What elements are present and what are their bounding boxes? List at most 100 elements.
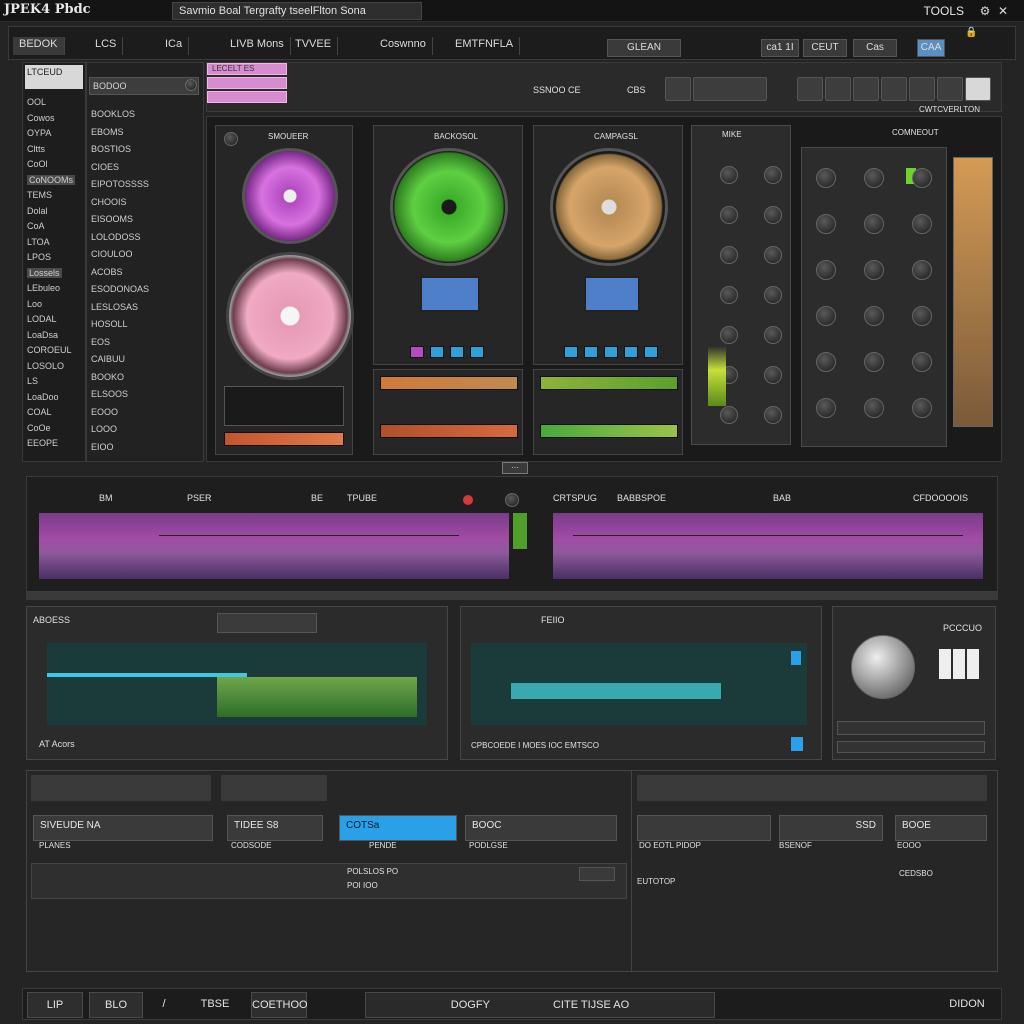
mixer-2-knob[interactable] (864, 214, 884, 234)
library-item[interactable]: ACOBS (91, 267, 123, 277)
lower-deck-b-waveform[interactable] (471, 643, 807, 725)
deck-3-pad-1[interactable] (584, 346, 598, 358)
sidebar-item[interactable]: LOSOLO (27, 361, 64, 371)
library-item[interactable]: LOOO (91, 424, 117, 434)
lock-icon[interactable]: 🔒 (965, 27, 977, 38)
deck-2-pad-2[interactable] (450, 346, 464, 358)
deck-1-platter-top[interactable] (242, 148, 338, 244)
library-item[interactable]: LESLOSAS (91, 302, 138, 312)
library-item[interactable]: CHOOIS (91, 197, 127, 207)
footer-button-4[interactable]: COETHOO (251, 992, 308, 1018)
mixer-2-knob[interactable] (816, 352, 836, 372)
toolbar-button-4[interactable] (853, 77, 879, 101)
toolbar-button-1[interactable] (693, 77, 767, 101)
browser-cell-4[interactable]: SSD (779, 815, 883, 841)
menu-item-6[interactable]: EMTFNFLA (449, 37, 521, 55)
lower-deck-a-waveform[interactable] (47, 643, 427, 725)
library-item[interactable]: EBOMS (91, 127, 124, 137)
mixer-1-knob[interactable] (764, 206, 782, 224)
toolbar-button-8[interactable] (965, 77, 991, 101)
crossfader-panel[interactable] (953, 157, 993, 427)
library-item[interactable]: HOSOLL (91, 319, 128, 329)
sidebar-item[interactable]: COAL (27, 407, 52, 417)
mixer-1-knob[interactable] (720, 406, 738, 424)
library-item[interactable]: CIOULOO (91, 249, 133, 259)
mixer-1-knob[interactable] (764, 166, 782, 184)
mixer-2-knob[interactable] (912, 214, 932, 234)
record-icon[interactable] (463, 495, 473, 505)
menu-item-4[interactable]: TVVEE (289, 37, 339, 55)
mixer-1-knob[interactable] (764, 366, 782, 384)
sidebar-item[interactable]: CoA (27, 221, 45, 231)
deck-3-bar-0[interactable] (540, 376, 678, 390)
fx-pad-1[interactable] (953, 649, 965, 679)
waveform-right[interactable] (553, 513, 983, 579)
browser-small-button[interactable] (579, 867, 615, 881)
sidebar-item[interactable]: Dolal (27, 206, 48, 216)
sidebar-item[interactable]: LTOA (27, 237, 50, 247)
mixer-2-knob[interactable] (912, 168, 932, 188)
toolbar-button-5[interactable] (881, 77, 907, 101)
fx-pad-0[interactable] (939, 649, 951, 679)
mixer-2-knob[interactable] (912, 352, 932, 372)
deck-1-platter-bottom[interactable] (226, 252, 354, 380)
lower-deck-b-button[interactable] (791, 737, 803, 751)
mixer-2-knob[interactable] (816, 306, 836, 326)
sidebar-item[interactable]: LODAL (27, 314, 57, 324)
close-icon[interactable]: ✕ (996, 4, 1010, 18)
library-item[interactable]: BOOKLOS (91, 109, 135, 119)
toolbar-button-6[interactable] (909, 77, 935, 101)
deck-1-bar[interactable] (224, 432, 344, 446)
mixer-1-knob[interactable] (764, 326, 782, 344)
sidebar-item[interactable]: LS (27, 376, 38, 386)
library-item[interactable]: EOOO (91, 407, 118, 417)
library-item[interactable]: CAIBUU (91, 354, 125, 364)
menu-item-2[interactable]: ICa (159, 37, 190, 55)
browser-cell-3[interactable] (637, 815, 771, 841)
library-item[interactable]: BOOKO (91, 372, 124, 382)
mixer-1-knob[interactable] (720, 246, 738, 264)
library-item[interactable]: EIPOTOSSSS (91, 179, 149, 189)
mixer-2-knob[interactable] (912, 260, 932, 280)
library-header[interactable]: BODOO (89, 77, 199, 95)
browser-row-0[interactable] (31, 863, 627, 899)
footer-button-2[interactable]: / (149, 992, 179, 1018)
footer-button-3[interactable]: TBSE (187, 992, 243, 1018)
mixer-1-knob[interactable] (764, 286, 782, 304)
footer-button-1[interactable]: BLO (89, 992, 143, 1018)
mixer-2-knob[interactable] (912, 306, 932, 326)
sidebar-item[interactable]: LEbuleo (27, 283, 60, 293)
mixer-2-knob[interactable] (912, 398, 932, 418)
menubar-button-1[interactable]: ca1 1I (761, 39, 799, 57)
toolbar-button-7[interactable] (937, 77, 963, 101)
mixer-2-knob[interactable] (864, 398, 884, 418)
mixer-1-knob[interactable] (720, 206, 738, 224)
deck-3-pad-4[interactable] (644, 346, 658, 358)
menu-item-3[interactable]: LIVB Mons (224, 37, 291, 55)
sidebar-item[interactable]: Cltts (27, 144, 45, 154)
menubar-button-0[interactable]: GLEAN (607, 39, 681, 57)
sidebar-item[interactable]: Cowos (27, 113, 55, 123)
deck-1-knob[interactable] (224, 132, 238, 146)
sidebar-item[interactable]: COROEUL (27, 345, 72, 355)
sidebar-item[interactable]: Loo (27, 299, 42, 309)
browser-cell-0[interactable]: SIVEUDE NA (33, 815, 213, 841)
fx-slider[interactable] (837, 721, 985, 735)
wf-left-knob[interactable] (505, 493, 519, 507)
fx-knob[interactable] (851, 635, 915, 699)
sidebar-item[interactable]: LPOS (27, 252, 51, 262)
deck-3-bar-1[interactable] (540, 424, 678, 438)
sidebar-header[interactable]: LTCEUD (25, 65, 83, 89)
sidebar-item[interactable]: Lossels (27, 267, 62, 278)
menu-item-5[interactable]: Coswnno (374, 37, 433, 55)
mixer-2-knob[interactable] (864, 352, 884, 372)
mixer-2-knob[interactable] (816, 398, 836, 418)
browser-cell-1[interactable]: TIDEE S8 (227, 815, 323, 841)
sidebar-item[interactable]: OOL (27, 97, 46, 107)
mixer-2-knob[interactable] (816, 168, 836, 188)
deck-2-pad-1[interactable] (430, 346, 444, 358)
sidebar-item[interactable]: CoOe (27, 423, 51, 433)
browser-cell-2[interactable]: BOOC (465, 815, 617, 841)
library-item[interactable]: ESODONOAS (91, 284, 149, 294)
toolbar-button-0[interactable] (665, 77, 691, 101)
